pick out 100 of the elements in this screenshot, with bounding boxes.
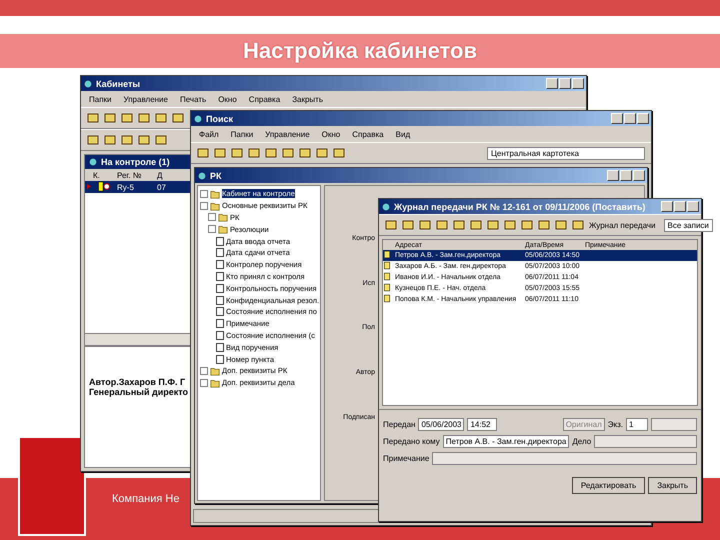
- menu-item[interactable]: Папки: [230, 130, 254, 138]
- toolbar-icon: [572, 219, 584, 231]
- checkbox[interactable]: [216, 354, 224, 364]
- minimize-button[interactable]: [661, 201, 673, 212]
- toolbar-icon: [104, 112, 116, 124]
- menu-item[interactable]: Справка: [248, 94, 280, 104]
- toolbar-icon: [155, 134, 167, 146]
- toolbar-icon: [470, 219, 482, 231]
- toolbar-icon: [487, 219, 499, 231]
- minimize-button[interactable]: [546, 78, 558, 89]
- field-label: Дело: [572, 437, 592, 446]
- window-title: РК: [210, 170, 222, 180]
- scroll-bar[interactable]: [85, 333, 190, 345]
- copies-field[interactable]: 1: [626, 418, 648, 431]
- window-icon: [381, 202, 391, 212]
- folder-icon: [218, 224, 228, 234]
- minimize-button[interactable]: [607, 170, 619, 181]
- toolbar-icon: [172, 112, 184, 124]
- checkbox[interactable]: [216, 330, 224, 340]
- close-button[interactable]: [637, 113, 649, 124]
- toolbar-icon: [538, 219, 550, 231]
- window-title: Поиск: [206, 114, 234, 124]
- toolbar-icon: [385, 219, 397, 231]
- filter-dropdown[interactable]: Все записи: [664, 218, 713, 232]
- maximize-button[interactable]: [674, 201, 686, 212]
- time-field[interactable]: 14:52: [467, 418, 498, 431]
- checkbox[interactable]: [216, 342, 224, 352]
- folder-icon: [210, 200, 220, 211]
- filter-label: Журнал передачи: [589, 220, 656, 230]
- toolbar-icon: [333, 147, 345, 159]
- close-button[interactable]: [633, 170, 645, 181]
- toolbar-icon: [282, 147, 294, 159]
- note-field[interactable]: [432, 452, 697, 465]
- toolbar-icon: [299, 147, 311, 159]
- toolbar-icon: [316, 147, 328, 159]
- toolbar-icon: [402, 219, 414, 231]
- field-label: Передан: [383, 420, 416, 429]
- checkbox[interactable]: [216, 260, 224, 270]
- recipient-field[interactable]: Петров А.В. - Зам.ген.директора: [442, 435, 570, 448]
- toolbar-icon: [214, 147, 226, 159]
- toolbar-icon: [555, 219, 567, 231]
- input-field[interactable]: [651, 418, 697, 431]
- window-title: Кабинеты: [96, 78, 140, 88]
- toolbar-icon: [104, 134, 116, 146]
- dialog-button[interactable]: Закрыть: [648, 477, 697, 494]
- column-header[interactable]: К.: [93, 170, 117, 180]
- toolbar-icon: [265, 147, 277, 159]
- menu-item[interactable]: Файл: [199, 130, 219, 138]
- checkbox[interactable]: [216, 319, 224, 328]
- minimize-button[interactable]: [611, 113, 623, 124]
- menu-item[interactable]: Окно: [322, 130, 340, 138]
- toolbar-icon: [521, 219, 533, 231]
- toolbar-icon: [419, 219, 431, 231]
- menu-item[interactable]: Печать: [180, 94, 206, 104]
- date-field[interactable]: 05/06/2003: [418, 418, 464, 431]
- toolbar-icon: [231, 147, 243, 159]
- toolbar-icon: [453, 219, 465, 231]
- toolbar-icon: [504, 219, 516, 231]
- dialog-button[interactable]: Редактировать: [572, 477, 646, 494]
- slide-title: Настройка кабинетов: [0, 34, 720, 68]
- field-label: Примечание: [383, 454, 430, 463]
- column-header[interactable]: Рег. №: [117, 170, 157, 180]
- close-button[interactable]: [687, 201, 699, 212]
- maximize-button[interactable]: [620, 170, 632, 181]
- window-title: Журнал передачи РК № 12-161 от 09/11/2006 (Поставить): [394, 202, 646, 212]
- close-button[interactable]: [572, 78, 584, 89]
- checkbox[interactable]: [216, 307, 224, 316]
- table-cell-text: 07: [157, 182, 167, 192]
- field-label: Передано кому: [383, 437, 440, 446]
- note-text: Автор.Захаров П.Ф. Г: [89, 377, 186, 387]
- footer-text: Компания Не: [112, 493, 180, 505]
- toolbar-icon: [121, 112, 133, 124]
- menu-item[interactable]: Закрыть: [292, 94, 323, 104]
- menu-item[interactable]: Управление: [124, 94, 168, 104]
- field-label: Экз.: [608, 420, 623, 429]
- menu-item[interactable]: Управление: [265, 130, 310, 138]
- window-icon: [193, 114, 203, 124]
- case-field[interactable]: [594, 435, 697, 448]
- maximize-button[interactable]: [624, 113, 636, 124]
- pointer-icon: [85, 182, 93, 190]
- menu-item[interactable]: Папки: [89, 94, 112, 104]
- checkbox[interactable]: [216, 284, 224, 293]
- folder-icon: [210, 378, 220, 388]
- checkbox[interactable]: [216, 248, 224, 258]
- catalog-dropdown[interactable]: Центральная картотека: [487, 146, 645, 160]
- toolbar-icon: [138, 134, 150, 146]
- folder-icon: [210, 188, 220, 199]
- menu-item[interactable]: Справка: [352, 130, 384, 138]
- toolbar-icon: [197, 147, 209, 159]
- panel-icon: [88, 157, 98, 167]
- menu-item[interactable]: Вид: [396, 130, 410, 138]
- menu-item[interactable]: Окно: [218, 94, 237, 104]
- toolbar-icon: [87, 134, 99, 146]
- table-row[interactable]: Ry-5 07: [85, 181, 190, 193]
- checkbox[interactable]: [216, 272, 224, 281]
- checkbox[interactable]: [216, 296, 224, 305]
- checkbox[interactable]: [216, 236, 224, 246]
- column-header[interactable]: Д: [157, 170, 177, 180]
- folder-icon: [218, 212, 228, 222]
- maximize-button[interactable]: [559, 78, 571, 89]
